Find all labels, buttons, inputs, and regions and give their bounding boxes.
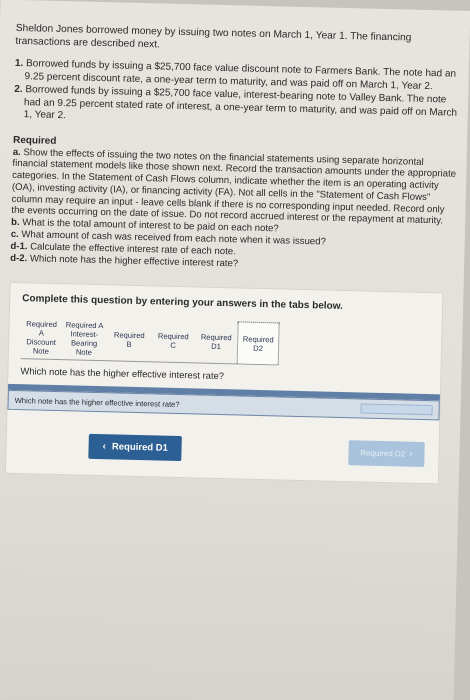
tab-required-b[interactable]: Required B bbox=[107, 319, 152, 362]
required-label: d-1. bbox=[10, 240, 28, 253]
required-label: c. bbox=[10, 228, 19, 241]
tab-required-d2[interactable]: Required D2 bbox=[236, 321, 280, 365]
question-page: Sheldon Jones borrowed money by issuing … bbox=[0, 0, 470, 700]
chevron-right-icon: › bbox=[409, 449, 413, 461]
required-label: d-2. bbox=[10, 252, 28, 264]
tab-required-a-interest[interactable]: Required A Interest-Bearing Note bbox=[61, 318, 108, 361]
tab-navigation: ‹ Required D1 Required D2 › bbox=[18, 433, 428, 468]
tab-required-c[interactable]: Required C bbox=[151, 320, 196, 363]
answer-panel: Complete this question by entering your … bbox=[4, 282, 444, 485]
tab-question: Which note has the higher effective inte… bbox=[20, 365, 225, 382]
required-text: Show the effects of issuing the two note… bbox=[11, 146, 457, 227]
required-item-a: a. Show the effects of issuing the two n… bbox=[11, 146, 459, 228]
tab-label: Required D1 bbox=[200, 332, 232, 352]
tab-label: Required D2 bbox=[242, 334, 274, 354]
chevron-left-icon: ‹ bbox=[102, 441, 107, 453]
next-tab-button[interactable]: Required D2 › bbox=[347, 440, 425, 468]
tab-label: Required A Interest-Bearing Note bbox=[65, 320, 104, 358]
tab-required-a-discount[interactable]: Required A Discount Note bbox=[21, 317, 62, 360]
required-label: b. bbox=[10, 217, 20, 229]
transaction-number: 1. bbox=[14, 57, 24, 70]
tab-label: Required C bbox=[157, 331, 189, 351]
problem-intro: Sheldon Jones borrowed money by issuing … bbox=[15, 22, 412, 51]
next-tab-label: Required D2 bbox=[360, 448, 406, 460]
higher-rate-note-select[interactable] bbox=[360, 403, 433, 416]
required-label: a. bbox=[12, 146, 21, 158]
prev-tab-button[interactable]: ‹ Required D1 bbox=[88, 434, 183, 462]
tab-required-d1[interactable]: Required D1 bbox=[195, 321, 238, 364]
panel-title: Complete this question by entering your … bbox=[22, 293, 344, 313]
tab-label: Required B bbox=[113, 330, 145, 350]
answer-row-label: Which note has the higher effective inte… bbox=[14, 395, 180, 409]
prev-tab-label: Required D1 bbox=[111, 441, 169, 455]
answer-row: Which note has the higher effective inte… bbox=[14, 395, 433, 416]
tab-label: Required A Discount Note bbox=[26, 319, 58, 357]
tab-bar: Required A Discount Note Required A Inte… bbox=[20, 316, 280, 366]
transaction-number: 2. bbox=[14, 83, 23, 96]
